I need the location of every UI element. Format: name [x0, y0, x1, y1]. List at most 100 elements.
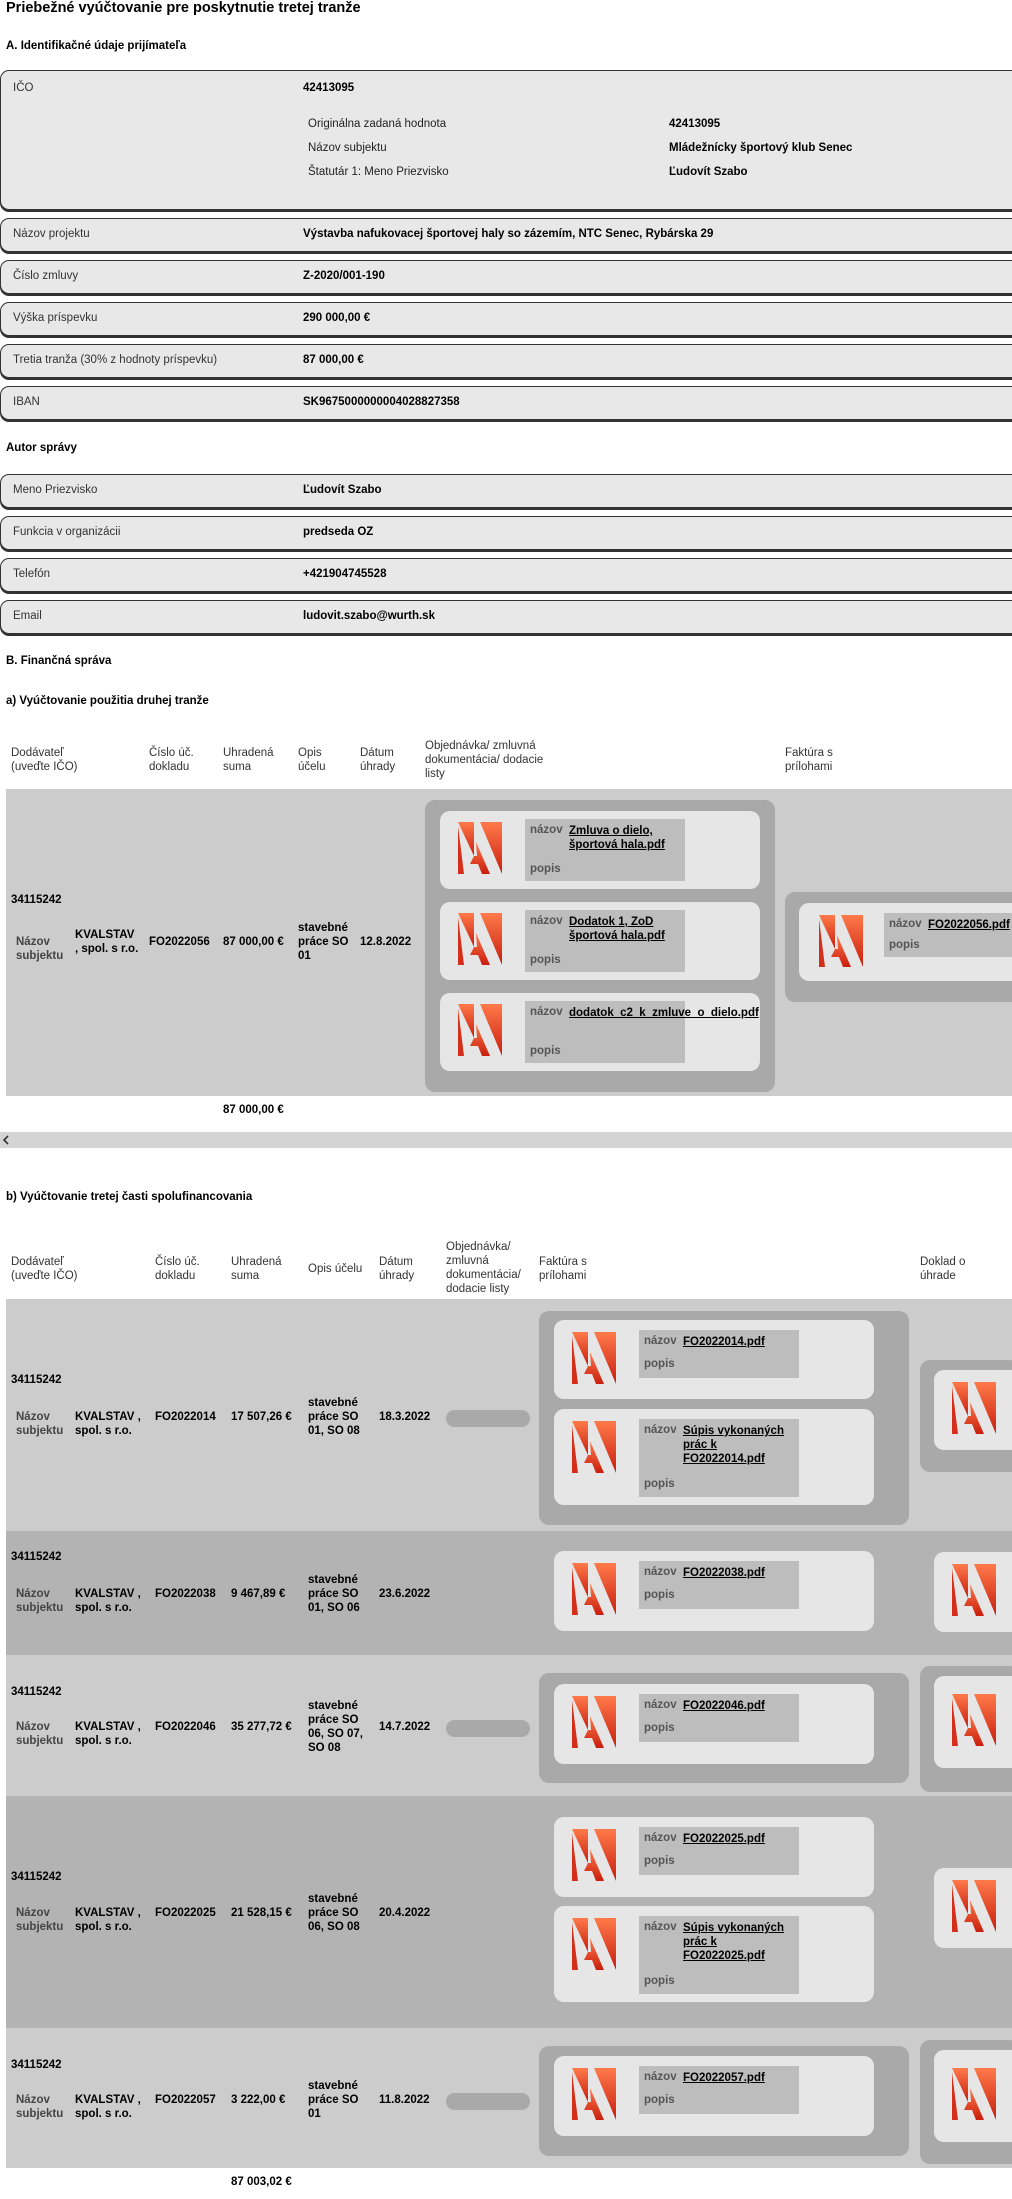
- row-value: predseda OZ: [303, 526, 374, 538]
- row-label: Funkcia v organizácii: [13, 526, 121, 538]
- row-nazov-subjektu-label: Názov subjektu: [16, 2094, 64, 2120]
- document-link[interactable]: dodatok_c2_k_zmluve_o_dielo.pdf: [569, 1006, 759, 1020]
- row-cislo: FO2022057: [155, 2094, 216, 2106]
- document-card: názov Zmluva o dielo, športová hala.pdf …: [440, 811, 760, 889]
- ico-value: 42413095: [303, 82, 355, 94]
- payment-card: [934, 1552, 1012, 1632]
- th-objednavka: Objednávka/ zmluvná dokumentácia/ dodaci…: [446, 1241, 521, 1295]
- invoice-card: názov FO2022057.pdf popis: [554, 2056, 874, 2136]
- row-telefon: Telefón +421904745528: [0, 558, 1012, 592]
- row-meno: Meno Priezvisko Ľudovít Szabo: [0, 474, 1012, 508]
- row-nazov-subjektu-label: Názov subjektu: [16, 1588, 64, 1614]
- nazov-label: názov: [644, 1424, 677, 1436]
- invoice-card: názov FO2022046.pdf popis: [554, 1684, 874, 1764]
- row-nazov-subjektu-label: Názov subjektu: [16, 1411, 64, 1437]
- nazov-label: názov: [644, 2071, 677, 2083]
- nazov-label: názov: [530, 824, 563, 836]
- pdf-icon: [944, 1560, 1004, 1620]
- pdf-icon: [564, 1692, 624, 1752]
- popis-label: popis: [644, 2094, 675, 2106]
- invoice-link[interactable]: Súpis vykonaných prác k FO2022014.pdf: [683, 1424, 793, 1466]
- table-a-total: 87 000,00 €: [223, 1104, 284, 1116]
- empty-documents-pill: [446, 2093, 530, 2110]
- pdf-icon: [564, 2064, 624, 2124]
- author-title: Autor správy: [6, 442, 77, 454]
- payment-card: [934, 1676, 1012, 1768]
- th-faktura: Faktúra s prílohami: [785, 747, 833, 773]
- popis-label: popis: [889, 939, 920, 951]
- invoice-link[interactable]: FO2022025.pdf: [683, 1832, 793, 1846]
- th-datum: Dátum úhrady: [360, 747, 396, 773]
- invoice-link[interactable]: FO2022046.pdf: [683, 1699, 793, 1713]
- row-ico: 34115242: [11, 1374, 62, 1386]
- invoice-card: názov FO2022038.pdf popis: [554, 1551, 874, 1631]
- empty-documents-pill: [446, 1720, 530, 1737]
- invoice-link[interactable]: Súpis vykonaných prác k FO2022025.pdf: [683, 1921, 793, 1963]
- th-suma: Uhradená suma: [223, 747, 274, 773]
- horizontal-scrollbar[interactable]: [0, 1132, 1012, 1148]
- row-subjekt: KVALSTAV , spol. s r.o.: [75, 929, 139, 955]
- popis-label: popis: [644, 1722, 675, 1734]
- row-nazov-subjektu-label: Názov subjektu: [16, 936, 64, 962]
- row-suma: 9 467,89 €: [231, 1588, 286, 1600]
- row-subjekt: KVALSTAV , spol. s r.o.: [75, 2094, 141, 2120]
- row-opis: stavebné práce SO 06, SO 08: [308, 1893, 360, 1933]
- row-cislo: FO2022046: [155, 1721, 216, 1733]
- scroll-left-icon[interactable]: [1, 1134, 11, 1146]
- row-suma: 87 000,00 €: [223, 936, 284, 948]
- pdf-icon: [450, 818, 510, 878]
- invoice-card: názov Súpis vykonaných prác k FO2022014.…: [554, 1409, 874, 1505]
- document-link[interactable]: Zmluva o dielo, športová hala.pdf: [569, 824, 679, 852]
- row-ico: 34115242: [11, 1551, 62, 1563]
- empty-documents-pill: [446, 1410, 530, 1427]
- th-objednavka: Objednávka/ zmluvná dokumentácia/ dodaci…: [425, 740, 544, 780]
- row-opis: stavebné práce SO 01: [308, 2080, 359, 2120]
- pdf-icon: [450, 909, 510, 969]
- row-ico: 34115242: [11, 1871, 62, 1883]
- popis-label: popis: [530, 954, 561, 966]
- row-suma: 35 277,72 €: [231, 1721, 292, 1733]
- row-label: Číslo zmluvy: [13, 270, 79, 282]
- th-faktura: Faktúra s prílohami: [539, 1256, 587, 1282]
- invoice-card: názov FO2022025.pdf popis: [554, 1817, 874, 1897]
- pdf-icon: [564, 1914, 624, 1974]
- row-opis: stavebné práce SO 01: [298, 922, 349, 962]
- row-value: 290 000,00 €: [303, 312, 371, 324]
- invoice-link[interactable]: FO2022014.pdf: [683, 1335, 793, 1349]
- row-subjekt: KVALSTAV , spol. s r.o.: [75, 1411, 141, 1437]
- row-label: Tretia tranža (30% z hodnoty príspevku): [13, 354, 218, 366]
- row-ico: 34115242: [11, 2059, 62, 2071]
- ico-row: IČO 42413095 Originálna zadaná hodnota 4…: [0, 70, 1012, 210]
- ico-label: IČO: [13, 82, 34, 94]
- row-datum: 14.7.2022: [379, 1721, 431, 1733]
- th-opis: Opis účelu: [298, 747, 326, 773]
- document-link[interactable]: Dodatok 1, ZoD športová hala.pdf: [569, 915, 679, 943]
- invoice-link[interactable]: FO2022038.pdf: [683, 1566, 793, 1580]
- invoice-card: názov FO2022014.pdf popis: [554, 1320, 874, 1399]
- document-card: názov Dodatok 1, ZoD športová hala.pdf p…: [440, 902, 760, 980]
- row-suma: 17 507,26 €: [231, 1411, 292, 1423]
- nazov-label: názov: [644, 1699, 677, 1711]
- invoice-link[interactable]: FO2022056.pdf: [928, 918, 1010, 932]
- invoice-link[interactable]: FO2022057.pdf: [683, 2071, 793, 2085]
- pdf-icon: [944, 1378, 1004, 1438]
- row-datum: 20.4.2022: [379, 1907, 431, 1919]
- row-nazov-subjektu-label: Názov subjektu: [16, 1721, 64, 1747]
- row-vyska-prispevku: Výška príspevku 290 000,00 €: [0, 302, 1012, 336]
- nazov-label: názov: [644, 1832, 677, 1844]
- section-b-b-title: b) Vyúčtovanie tretej časti spolufinanco…: [6, 1191, 253, 1203]
- row-iban: IBAN SK9675000000004028827358: [0, 386, 1012, 420]
- pdf-icon: [944, 1690, 1004, 1750]
- pdf-icon: [450, 1000, 510, 1060]
- row-label: Telefón: [13, 568, 51, 580]
- row-datum: 12.8.2022: [360, 936, 412, 948]
- payment-card: [934, 2050, 1012, 2142]
- pdf-icon: [564, 1417, 624, 1477]
- th-cislo: Číslo úč. dokladu: [155, 1256, 200, 1282]
- page-title: Priebežné vyúčtovanie pre poskytnutie tr…: [6, 0, 361, 16]
- nazov-label: názov: [530, 915, 563, 927]
- popis-label: popis: [644, 1589, 675, 1601]
- pdf-icon: [944, 2064, 1004, 2124]
- row-cislo-zmluvy: Číslo zmluvy Z-2020/001-190: [0, 260, 1012, 294]
- section-a-title: A. Identifikačné údaje prijímateľa: [6, 40, 187, 52]
